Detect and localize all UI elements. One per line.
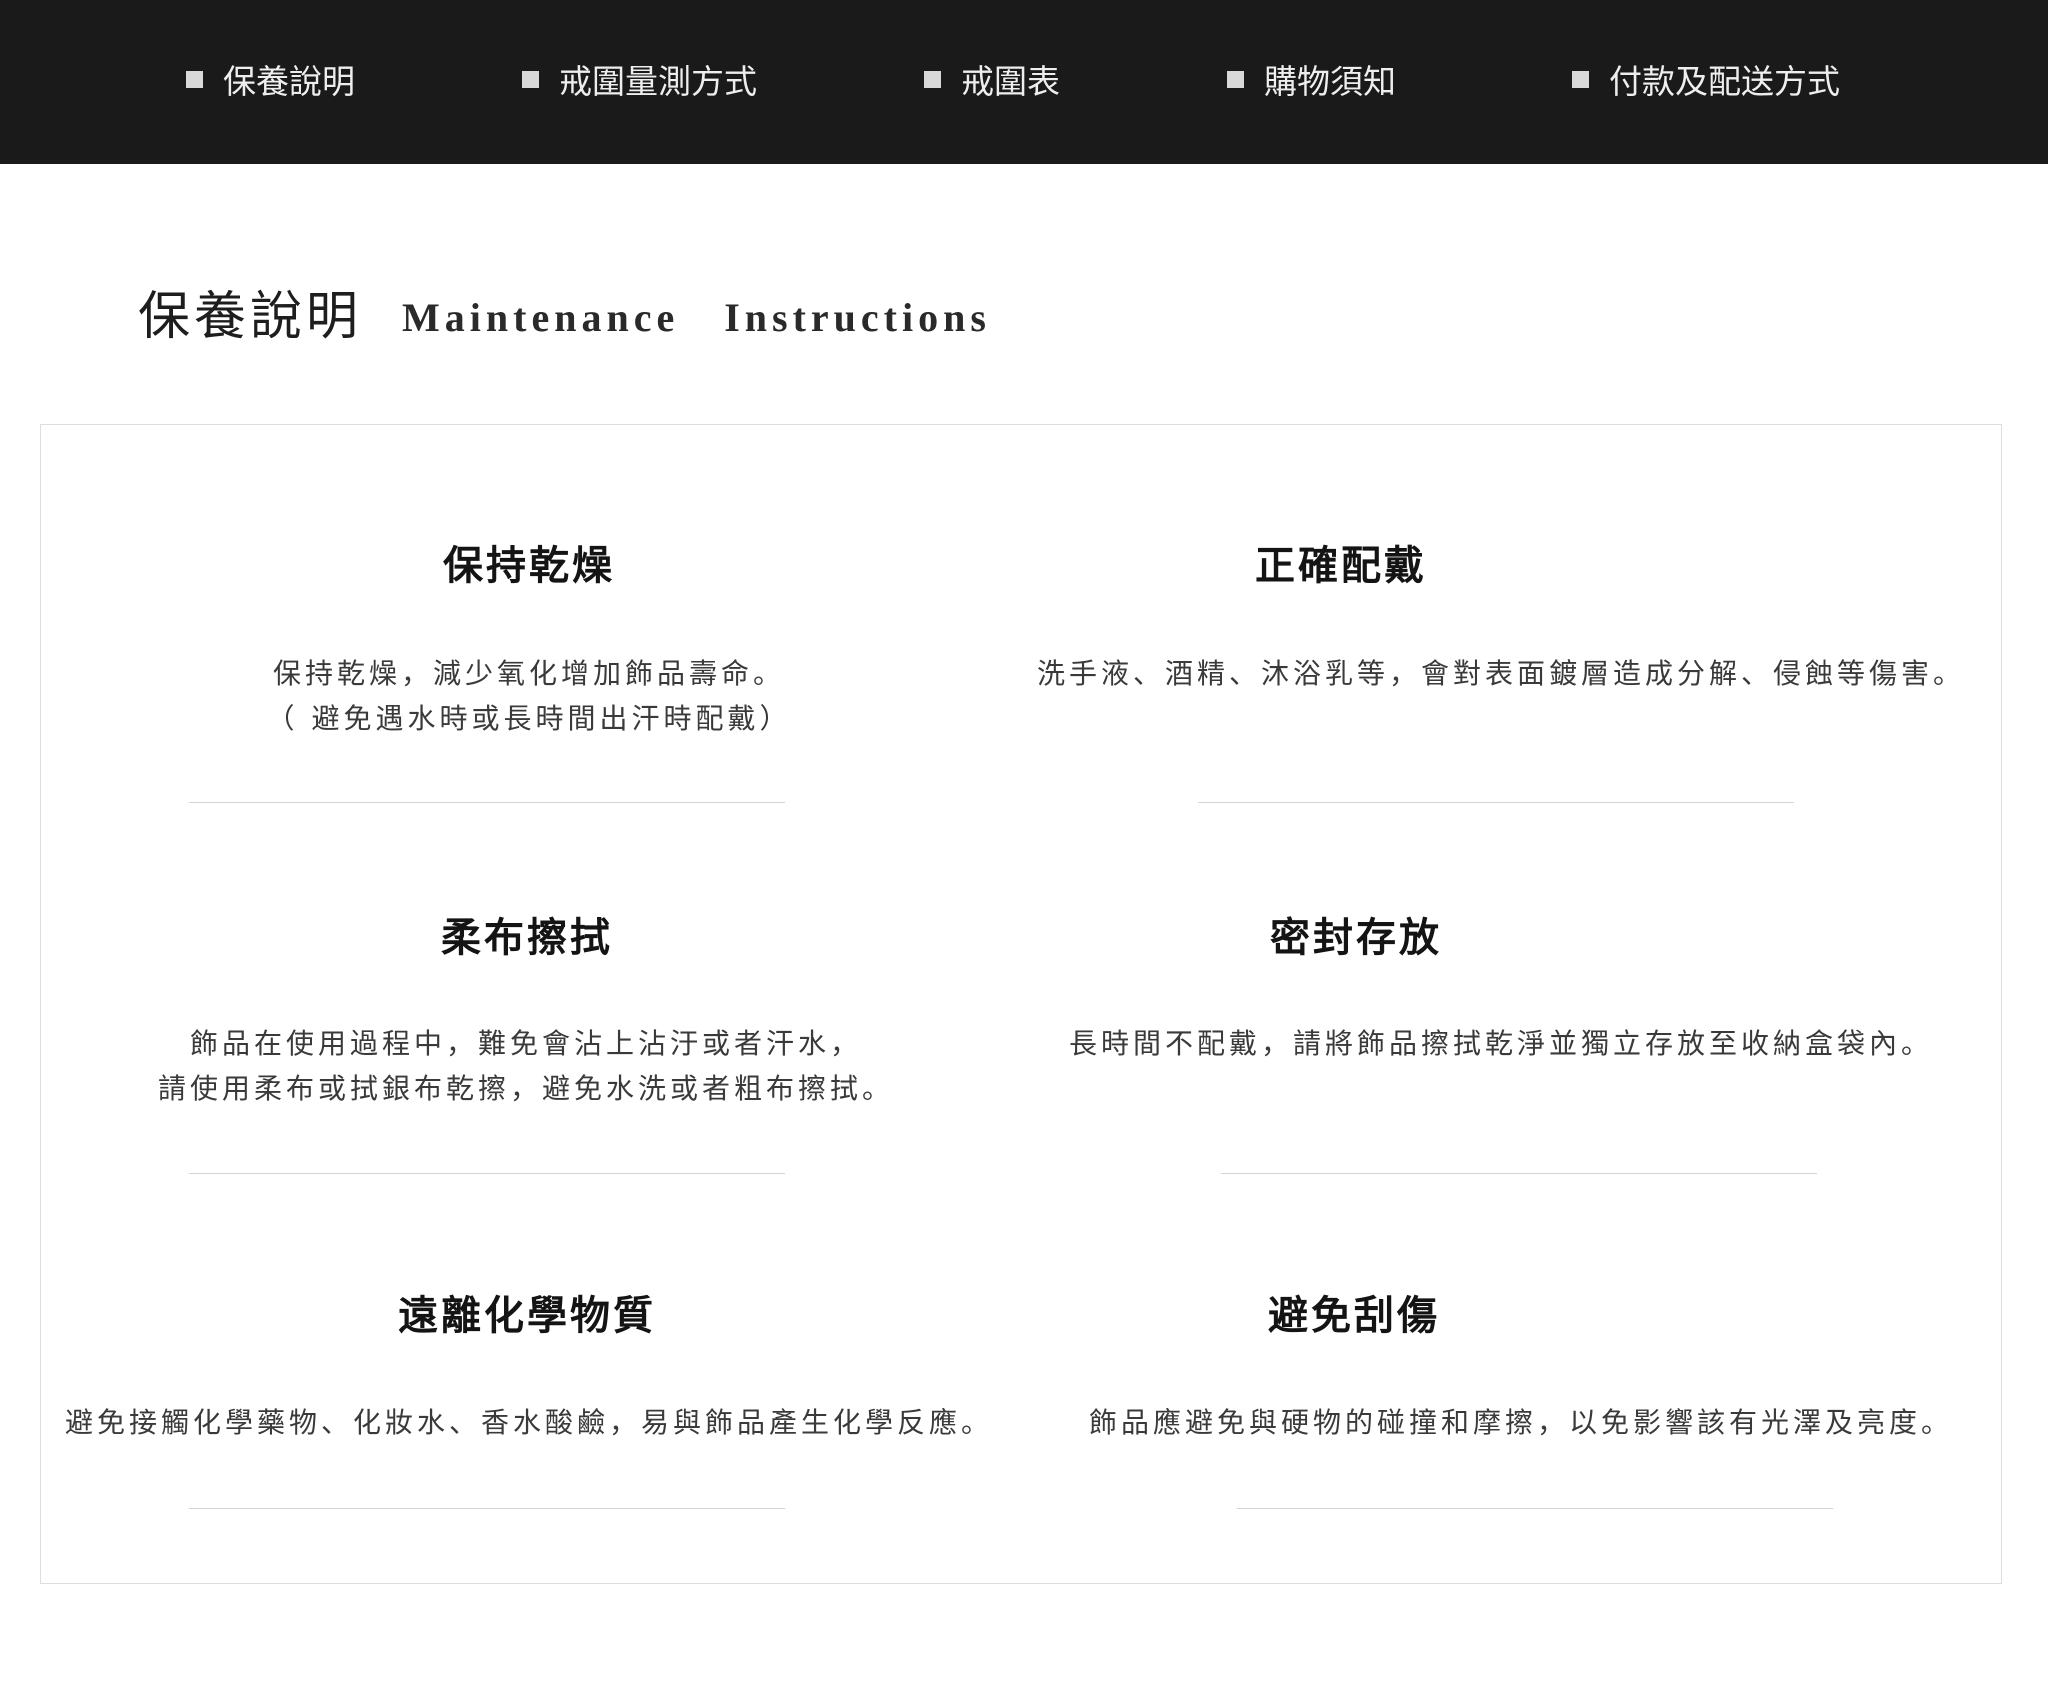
section-desc-keep-dry-line-1: 保持乾燥，減少氧化增加飾品壽命。 [272, 657, 785, 690]
page-title-en: Maintenance Instructions [402, 294, 991, 340]
nav-item-shopping-notice[interactable]: 購物須知 [1227, 57, 1396, 101]
section-desc-avoid-scratches: 飾品應避免與硬物的碰撞和摩擦，以免影響該有光澤及亮度。 [1088, 1406, 1953, 1439]
instructions-panel: 保持乾燥 保持乾燥，減少氧化增加飾品壽命。 （ 避免遇水時或長時間出汗時配戴） … [40, 424, 2002, 1584]
section-heading-avoid-scratches: 避免刮傷 [1268, 1293, 1440, 1339]
nav-item-label: 保養說明 [223, 62, 355, 101]
section-divider [189, 802, 785, 803]
nav-item-label: 戒圍量測方式 [559, 62, 757, 101]
square-bullet-icon [924, 70, 941, 88]
nav-item-label: 戒圍表 [961, 62, 1060, 101]
nav-item-ring-measurement[interactable]: 戒圍量測方式 [522, 57, 757, 101]
section-desc-soft-cloth-line-1: 飾品在使用過程中，難免會沾上沾汙或者汗水， [189, 1027, 862, 1060]
square-bullet-icon [186, 70, 203, 88]
section-divider [1198, 802, 1794, 803]
top-nav-bar: 保養說明 戒圍量測方式 戒圍表 購物須知 付款及配送方式 [0, 0, 2048, 164]
section-desc-proper-wearing: 洗手液、酒精、沐浴乳等，會對表面鍍層造成分解、侵蝕等傷害。 [1036, 657, 1965, 690]
square-bullet-icon [522, 70, 539, 88]
square-bullet-icon [1227, 70, 1244, 88]
section-desc-soft-cloth-line-2: 請使用柔布或拭銀布乾擦，避免水洗或者粗布擦拭。 [157, 1072, 894, 1105]
section-divider [1221, 1173, 1817, 1174]
nav-item-label: 購物須知 [1264, 62, 1396, 101]
page-title: 保養說明 Maintenance Instructions [138, 276, 991, 347]
page-title-zh: 保養說明 [138, 286, 363, 347]
section-heading-proper-wearing: 正確配戴 [1255, 543, 1427, 589]
section-desc-sealed-storage: 長時間不配戴，請將飾品擦拭乾淨並獨立存放至收納盒袋內。 [1068, 1027, 1933, 1060]
section-heading-sealed-storage: 密封存放 [1270, 915, 1442, 961]
section-desc-avoid-chemicals: 避免接觸化學藥物、化妝水、香水酸鹼，易與飾品產生化學反應。 [64, 1406, 993, 1439]
section-heading-keep-dry: 保持乾燥 [443, 543, 615, 589]
nav-item-payment-shipping[interactable]: 付款及配送方式 [1572, 57, 1840, 101]
section-heading-soft-cloth: 柔布擦拭 [441, 915, 613, 961]
section-divider [189, 1173, 785, 1174]
section-heading-avoid-chemicals: 遠離化學物質 [398, 1293, 656, 1339]
section-divider [189, 1508, 785, 1509]
nav-item-ring-size-chart[interactable]: 戒圍表 [924, 57, 1060, 101]
nav-item-label: 付款及配送方式 [1609, 62, 1840, 101]
section-desc-keep-dry-line-2: （ 避免遇水時或長時間出汗時配戴） [266, 702, 792, 735]
section-divider [1237, 1508, 1833, 1509]
square-bullet-icon [1572, 70, 1589, 88]
nav-item-maintenance[interactable]: 保養說明 [186, 57, 355, 101]
